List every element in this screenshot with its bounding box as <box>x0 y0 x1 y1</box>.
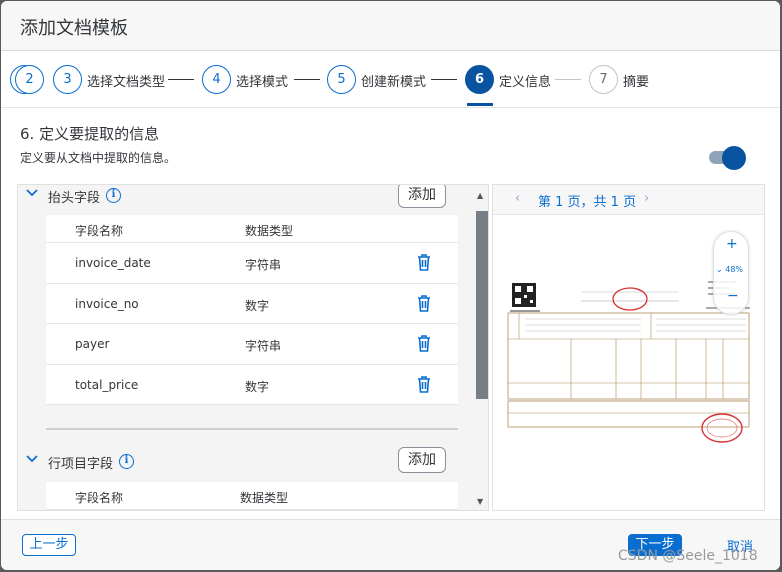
column-header-field-name: 字段名称 <box>75 224 124 238</box>
toggle-switch[interactable] <box>709 146 747 170</box>
field-name: payer <box>75 337 110 351</box>
zoom-level[interactable]: ⌄ 48% <box>716 265 743 274</box>
toggle-knob <box>722 146 746 170</box>
step-circle: 2 <box>15 65 44 94</box>
page-indicator: 第 1 页，共 1 页 <box>538 195 637 210</box>
field-type: 字符串 <box>245 339 282 353</box>
add-line-item-field-button[interactable]: 添加 <box>398 447 446 473</box>
line-item-fields-table: 字段名称 数据类型 <box>46 482 458 510</box>
add-header-field-button[interactable]: 添加 <box>398 185 446 208</box>
column-header-data-type: 数据类型 <box>245 224 294 238</box>
field-name: invoice_date <box>75 256 151 270</box>
table-header-row: 字段名称 数据类型 <box>46 482 458 510</box>
step-circle: 7 <box>589 65 618 94</box>
wizard-step-bar: 2 3 选择文档类型 4 选择模式 5 创建新模式 6 定义信息 7 摘要 <box>1 51 780 108</box>
info-icon[interactable]: i <box>119 454 134 469</box>
section-title: 6. 定义要提取的信息 <box>20 125 160 143</box>
chevron-right-icon[interactable]: › <box>644 191 649 206</box>
dialog-footer: 上一步 下一步 取消 CSDN @Seele_1018 <box>1 519 780 570</box>
step-circle: 5 <box>327 65 356 94</box>
step-label: 摘要 <box>623 75 650 90</box>
field-type: 字符串 <box>245 258 282 272</box>
zoom-level-value: 48% <box>725 265 744 274</box>
dialog-title: 添加文档模板 <box>20 18 128 39</box>
table-header-row: 字段名称 数据类型 <box>46 215 458 243</box>
field-name: invoice_no <box>75 296 139 311</box>
trash-icon[interactable] <box>416 375 432 394</box>
step-label: 选择文档类型 <box>87 75 166 90</box>
step-circle: 4 <box>202 65 231 94</box>
field-type: 数字 <box>245 379 270 394</box>
table-row[interactable]: payer 字符串 <box>46 324 458 365</box>
chevron-left-icon[interactable]: ‹ <box>515 191 520 206</box>
trash-icon[interactable] <box>416 334 432 353</box>
header-fields-title: 抬头字段 <box>48 191 101 206</box>
column-header-data-type: 数据类型 <box>240 491 289 505</box>
chevron-down-icon[interactable] <box>26 453 38 467</box>
watermark-text: CSDN @Seele_1018 <box>618 548 758 564</box>
vertical-scrollbar[interactable]: ▲ ▼ <box>474 185 488 510</box>
active-step-indicator <box>467 103 493 106</box>
info-icon[interactable]: i <box>106 188 121 203</box>
dialog-header: 添加文档模板 <box>1 1 780 51</box>
trash-icon[interactable] <box>416 294 432 313</box>
scrollbar-thumb[interactable] <box>476 211 488 399</box>
chevron-down-icon[interactable] <box>26 187 38 201</box>
column-header-field-name: 字段名称 <box>75 491 124 505</box>
scroll-down-icon[interactable]: ▼ <box>477 497 483 506</box>
step-circle: 6 <box>465 65 494 94</box>
previous-step-button[interactable]: 上一步 <box>22 534 76 556</box>
table-row[interactable]: total_price 数字 <box>46 365 458 405</box>
table-row[interactable]: invoice_no 数字 <box>46 284 458 324</box>
step-label: 创建新模式 <box>361 75 427 90</box>
zoom-out-button[interactable]: − <box>727 288 739 304</box>
step-connector <box>168 79 194 80</box>
step-label: 定义信息 <box>499 75 552 90</box>
section-divider <box>46 428 458 430</box>
step-connector <box>294 79 320 80</box>
step-connector <box>555 79 581 80</box>
zoom-in-button[interactable]: + <box>726 236 738 252</box>
document-preview-pane: ‹ 第 1 页，共 1 页 › + ⌄ 48% − <box>492 184 765 511</box>
section-description: 定义要从文档中提取的信息。 <box>20 151 177 165</box>
step-label: 选择模式 <box>236 75 289 90</box>
step-circle: 3 <box>53 65 82 94</box>
field-type: 数字 <box>245 298 270 313</box>
zoom-control: + ⌄ 48% − <box>713 231 749 315</box>
field-name: total_price <box>75 377 139 392</box>
trash-icon[interactable] <box>416 253 432 272</box>
field-definition-pane: 抬头字段 i 添加 字段名称 数据类型 invoice_date 字符串 inv… <box>17 184 489 511</box>
table-row[interactable]: invoice_date 字符串 <box>46 243 458 284</box>
line-item-fields-title: 行项目字段 <box>48 457 114 472</box>
page-navigator: ‹ 第 1 页，共 1 页 › <box>493 185 764 215</box>
scroll-up-icon[interactable]: ▲ <box>477 191 483 200</box>
header-fields-table: 字段名称 数据类型 invoice_date 字符串 invoice_no 数字… <box>46 215 458 405</box>
add-document-template-dialog: 添加文档模板 2 3 选择文档类型 4 选择模式 5 创建新模式 6 定义信息 <box>1 1 780 570</box>
step-connector <box>431 79 457 80</box>
